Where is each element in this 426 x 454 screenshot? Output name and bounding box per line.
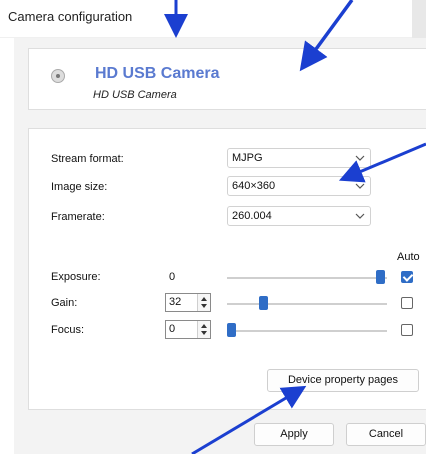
spin-up-icon[interactable]	[201, 324, 207, 328]
gain-auto-checkbox[interactable]	[401, 297, 413, 309]
image-size-value: 640×360	[232, 180, 276, 192]
device-property-pages-button[interactable]: Device property pages	[267, 369, 419, 392]
cancel-button[interactable]: Cancel	[346, 423, 426, 446]
device-subtitle: HD USB Camera	[93, 89, 177, 101]
device-name: HD USB Camera	[95, 65, 220, 82]
auto-column-label: Auto	[397, 251, 420, 263]
stream-format-label: Stream format:	[51, 153, 124, 165]
framerate-label: Framerate:	[51, 211, 105, 223]
focus-auto-checkbox[interactable]	[401, 324, 413, 336]
gain-spinbox[interactable]: 32	[165, 293, 211, 312]
device-header-panel: HD USB Camera HD USB Camera	[28, 48, 426, 110]
stream-format-value: MJPG	[232, 152, 263, 164]
apply-button[interactable]: Apply	[254, 423, 334, 446]
gain-spin-arrows[interactable]	[197, 294, 210, 311]
spin-down-icon[interactable]	[201, 304, 207, 308]
focus-input[interactable]: 0	[169, 323, 175, 335]
framerate-dropdown[interactable]: 260.004	[227, 206, 371, 226]
exposure-auto-checkbox[interactable]	[401, 271, 413, 283]
spin-up-icon[interactable]	[201, 297, 207, 301]
stream-format-dropdown[interactable]: MJPG	[227, 148, 371, 168]
title-bar-edge	[412, 0, 426, 38]
image-size-dropdown[interactable]: 640×360	[227, 176, 371, 196]
window-title: Camera configuration	[8, 9, 133, 24]
exposure-slider-track[interactable]	[227, 277, 387, 279]
gain-input[interactable]: 32	[169, 296, 181, 308]
gain-slider-thumb[interactable]	[258, 296, 268, 310]
spin-down-icon[interactable]	[201, 331, 207, 335]
focus-slider-thumb[interactable]	[227, 323, 236, 337]
exposure-value: 0	[169, 271, 176, 283]
gain-label: Gain:	[51, 297, 78, 309]
camera-icon	[51, 69, 65, 83]
chevron-down-icon	[355, 183, 365, 189]
settings-panel: Stream format: MJPG Image size: 640×360 …	[28, 128, 426, 410]
exposure-slider-thumb[interactable]	[376, 270, 386, 284]
focus-spinbox[interactable]: 0	[165, 320, 211, 339]
focus-spin-arrows[interactable]	[197, 321, 210, 338]
focus-slider-track[interactable]	[227, 330, 387, 332]
title-bar: Camera configuration	[0, 0, 426, 38]
chevron-down-icon	[355, 155, 365, 161]
image-size-label: Image size:	[51, 181, 108, 193]
chevron-down-icon	[355, 213, 365, 219]
exposure-label: Exposure:	[51, 271, 101, 283]
focus-label: Focus:	[51, 324, 85, 336]
framerate-value: 260.004	[232, 210, 272, 222]
gain-slider-track[interactable]	[227, 303, 387, 305]
